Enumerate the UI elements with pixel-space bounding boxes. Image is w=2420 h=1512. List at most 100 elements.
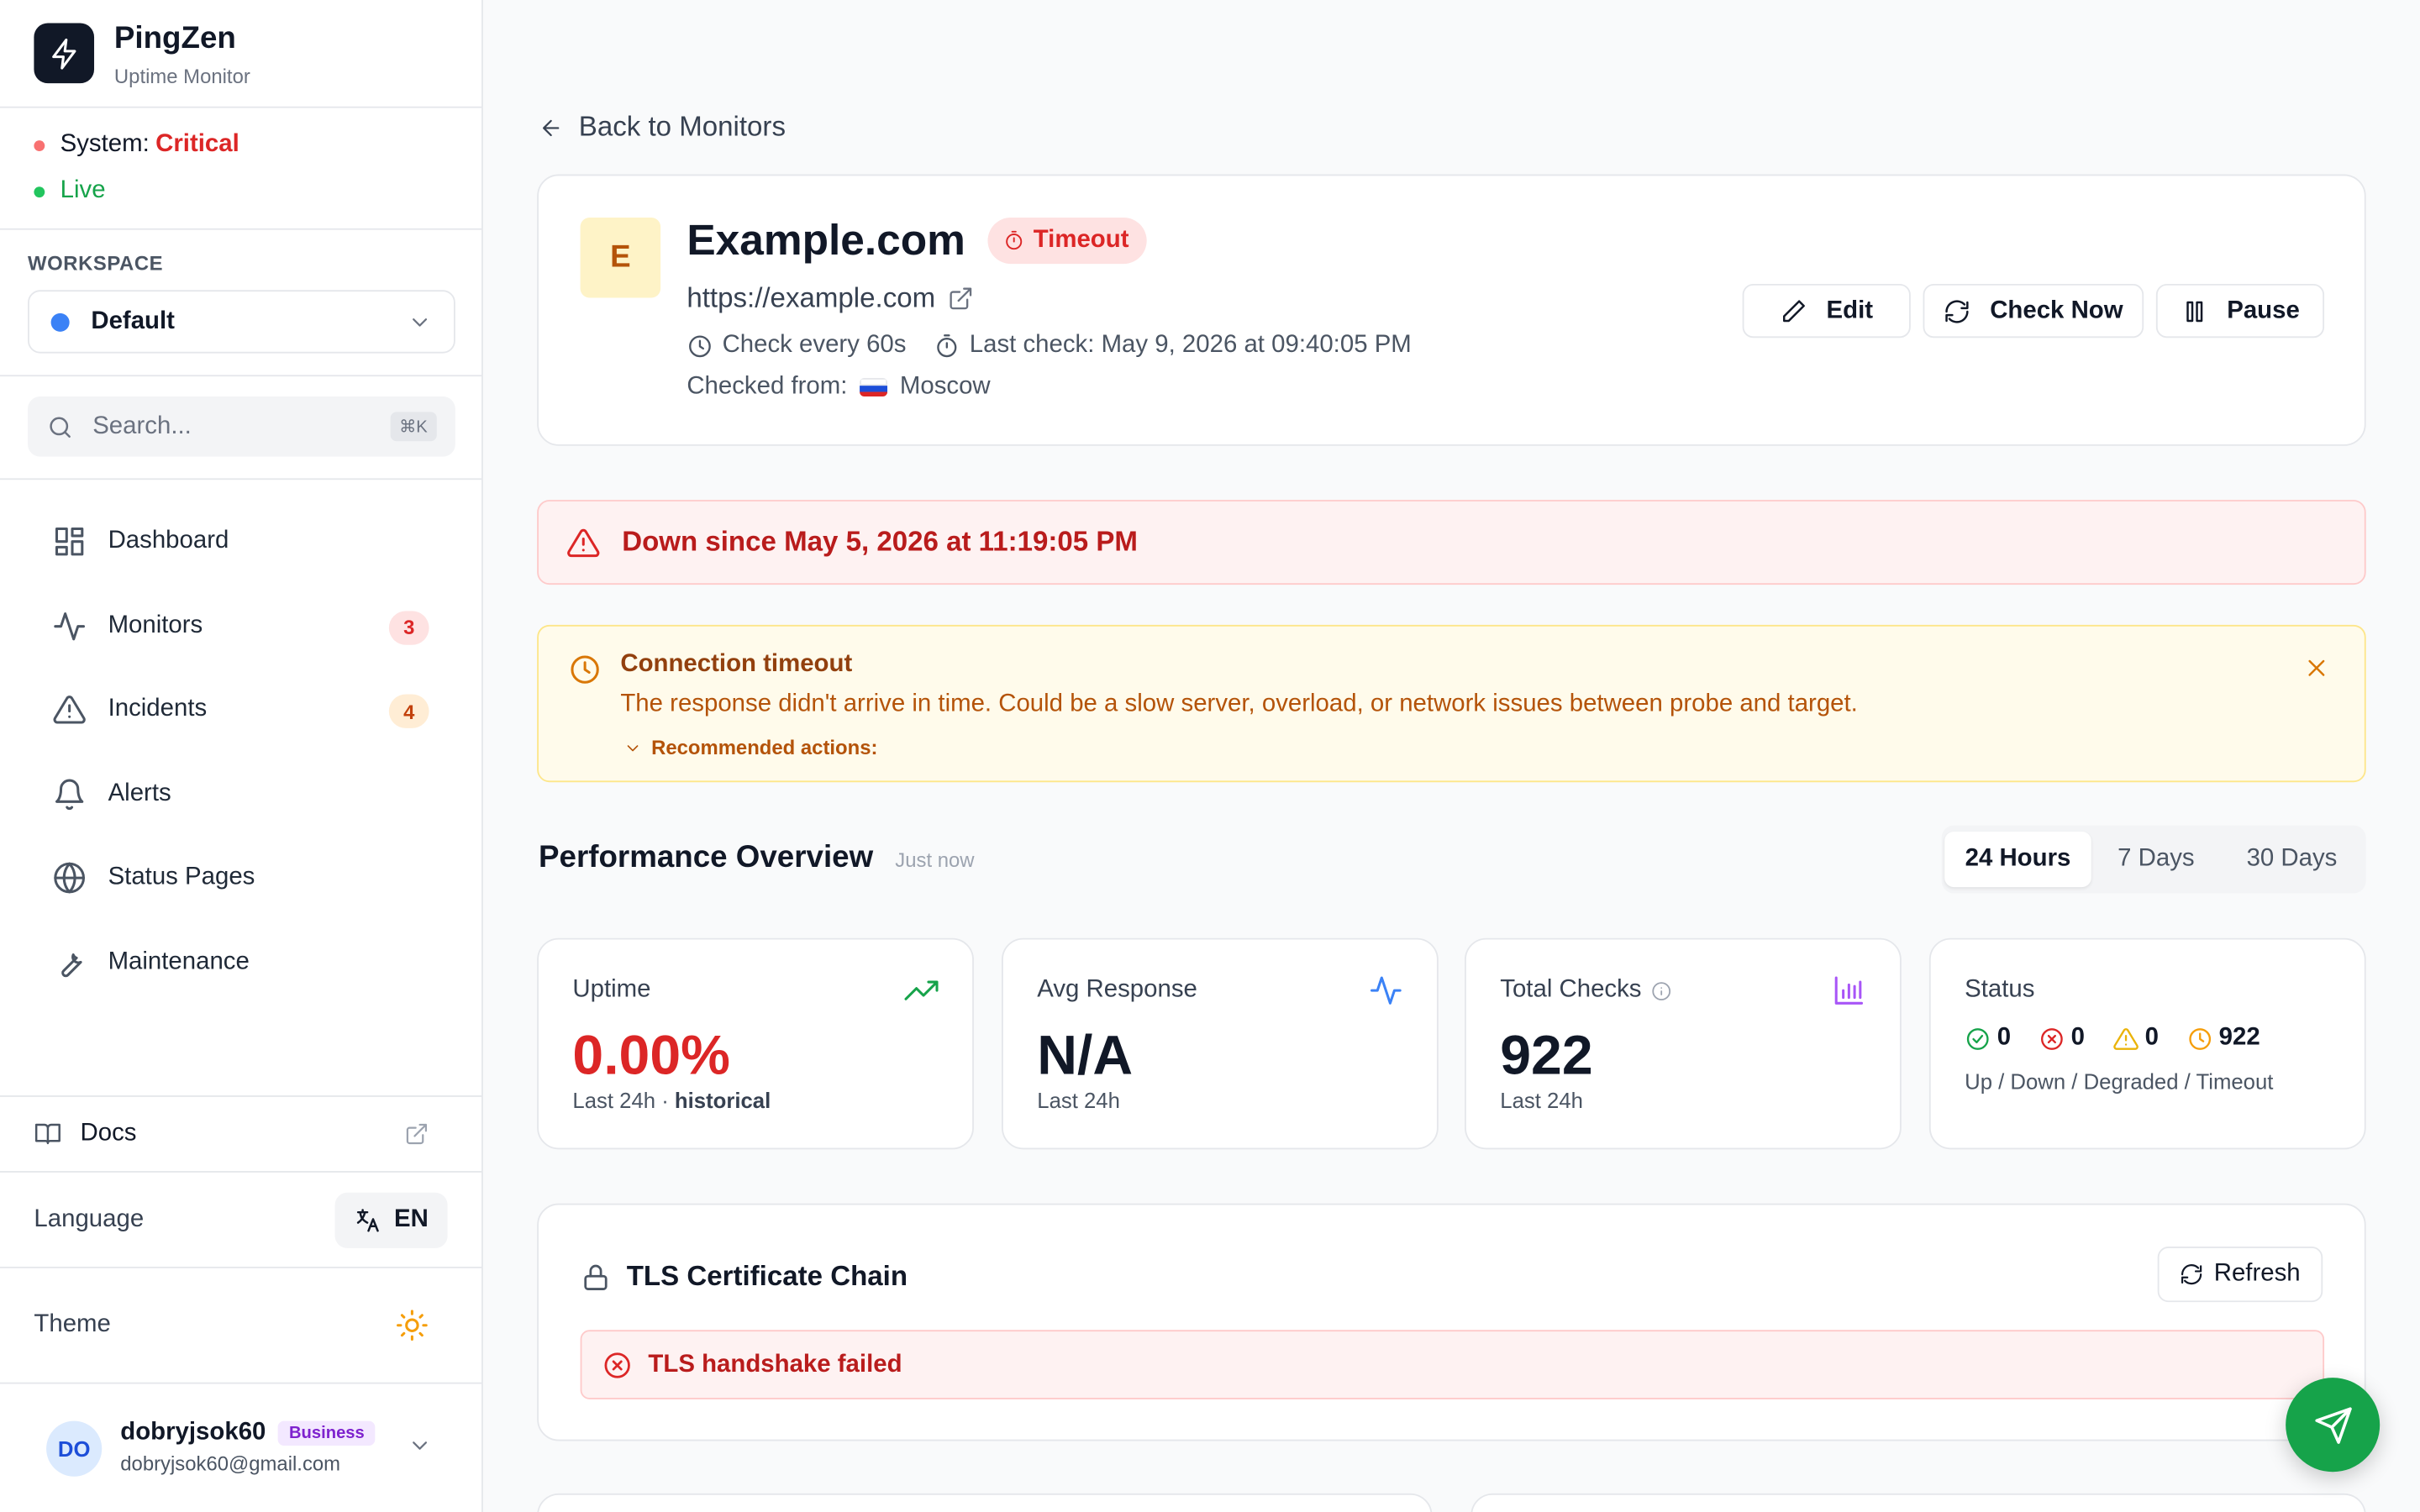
chevron-down-icon xyxy=(408,1433,432,1457)
dashboard-icon xyxy=(55,528,84,556)
uptime-period: Last 24h · xyxy=(572,1087,669,1113)
status-label: Status xyxy=(1965,976,2035,1003)
tab-24-hours[interactable]: 24 Hours xyxy=(1944,831,2091,888)
activity-icon xyxy=(1370,976,1402,1005)
trending-up-icon xyxy=(904,980,939,1000)
sidebar-item-maintenance[interactable]: Maintenance xyxy=(34,921,447,1005)
docs-label: Docs xyxy=(80,1120,137,1147)
sidebar-item-dashboard[interactable]: Dashboard xyxy=(34,500,447,584)
pause-icon xyxy=(2186,300,2203,322)
status-dot xyxy=(34,139,45,151)
checked-from: Checked from: Moscow xyxy=(687,373,990,401)
live-label: Live xyxy=(60,177,106,204)
pause-button[interactable]: Pause xyxy=(2155,283,2325,339)
search-icon xyxy=(50,416,71,438)
user-name: dobryjsok60 xyxy=(120,1419,266,1446)
total-checks-sub: Last 24h xyxy=(1500,1087,1583,1113)
russia-flag-icon xyxy=(860,377,888,397)
brand-subtitle: Uptime Monitor xyxy=(113,65,250,88)
status-counts: 0 0 0 922 xyxy=(1965,1025,2288,1053)
performance-title: Performance Overview xyxy=(539,841,874,875)
language-row: Language EN xyxy=(0,1173,482,1268)
incidents-count-badge: 4 xyxy=(388,694,429,728)
chevron-down-icon xyxy=(627,744,639,751)
clock-icon xyxy=(689,334,711,357)
bolt-icon xyxy=(34,23,95,84)
pencil-icon xyxy=(1783,299,1806,322)
brand-name: PingZen xyxy=(113,21,236,56)
timeout-alert: Connection timeout The response didn't a… xyxy=(537,624,2366,783)
sidebar-item-label: Incidents xyxy=(108,696,208,723)
tls-card: TLS Certificate Chain Refresh TLS handsh… xyxy=(537,1203,2366,1441)
status-caption: Up / Down / Degraded / Timeout xyxy=(1965,1068,2274,1095)
system-label: System: xyxy=(60,131,150,158)
status-degraded: 0 xyxy=(2112,1025,2159,1053)
warning-icon xyxy=(2112,1027,2139,1049)
sidebar-item-label: Alerts xyxy=(108,780,171,807)
user-menu[interactable]: DO dobryjsok60 Business dobryjsok60@gmai… xyxy=(0,1384,481,1512)
pause-label: Pause xyxy=(2227,297,2300,323)
live-indicator: Live xyxy=(34,177,106,205)
total-checks-value: 922 xyxy=(1500,1022,1593,1087)
sidebar-item-label: Status Pages xyxy=(108,864,255,891)
check-interval: Check every 60s xyxy=(722,331,907,359)
sidebar: PingZen Uptime Monitor System: Critical … xyxy=(0,0,483,1512)
edit-label: Edit xyxy=(1826,297,1874,323)
tls-title: TLS Certificate Chain xyxy=(626,1260,908,1292)
refresh-button[interactable]: Refresh xyxy=(2157,1247,2323,1303)
sidebar-item-alerts[interactable]: Alerts xyxy=(34,752,447,836)
theme-label: Theme xyxy=(34,1311,111,1338)
monitor-name: Example.com xyxy=(687,216,965,265)
close-icon[interactable] xyxy=(2302,654,2330,682)
language-button[interactable]: EN xyxy=(334,1192,448,1248)
wrench-icon xyxy=(61,953,82,977)
uptime-sub: Last 24h · historical xyxy=(572,1088,771,1112)
edit-button[interactable]: Edit xyxy=(1742,283,1911,339)
status-up-count: 0 xyxy=(1996,1024,2012,1051)
sidebar-item-label: Monitors xyxy=(108,612,203,638)
user-name-row: dobryjsok60 Business xyxy=(120,1419,376,1447)
workspace-select[interactable]: Default xyxy=(28,290,455,354)
status-degraded-count: 0 xyxy=(2144,1024,2160,1051)
tab-7-days[interactable]: 7 Days xyxy=(2094,832,2217,887)
tls-error: TLS handshake failed xyxy=(580,1330,2325,1399)
system-status: System: Critical Live xyxy=(0,108,482,230)
sidebar-item-incidents[interactable]: Incidents 4 xyxy=(34,668,447,752)
monitor-url[interactable]: https://example.com xyxy=(687,282,974,315)
last-check: Last check: May 9, 2026 at 09:40:05 PM xyxy=(969,331,1412,359)
status-badge: Timeout xyxy=(986,217,1148,265)
telegram-chat-button[interactable] xyxy=(2286,1378,2381,1473)
sun-icon[interactable] xyxy=(395,1309,429,1342)
avg-response-card: Avg Response N/A Last 24h xyxy=(1002,937,1439,1150)
docs-link[interactable]: Docs xyxy=(0,1095,482,1173)
book-icon xyxy=(34,1123,60,1145)
recommended-actions-toggle[interactable]: Recommended actions: xyxy=(623,736,877,759)
sidebar-item-monitors[interactable]: Monitors 3 xyxy=(34,584,447,668)
uptime-value: 0.00% xyxy=(572,1022,730,1087)
down-banner-text: Down since May 5, 2026 at 11:19:05 PM xyxy=(622,526,1138,558)
lock-icon xyxy=(584,1263,608,1290)
alert-text: The response didn't arrive in time. Coul… xyxy=(620,690,1858,718)
sidebar-nav: Dashboard Monitors 3 Incidents 4 Alerts … xyxy=(34,500,447,1005)
back-link[interactable]: Back to Monitors xyxy=(539,111,786,144)
status-badge-label: Timeout xyxy=(1033,226,1129,254)
refresh-icon xyxy=(2181,1264,2203,1285)
activity-icon xyxy=(54,612,86,640)
external-link-icon xyxy=(406,1123,428,1145)
info-icon[interactable] xyxy=(1651,980,1671,1000)
status-up: 0 xyxy=(1965,1025,2011,1053)
avg-response-label: Avg Response xyxy=(1037,976,1197,1003)
timer-icon xyxy=(1005,230,1022,250)
refresh-icon xyxy=(1945,299,1970,323)
down-banner: Down since May 5, 2026 at 11:19:05 PM xyxy=(537,500,2366,585)
check-now-button[interactable]: Check Now xyxy=(1923,283,2144,339)
tab-30-days[interactable]: 30 Days xyxy=(2224,832,2360,887)
check-now-label: Check Now xyxy=(1990,297,2123,323)
workspace-section: WORKSPACE Default xyxy=(0,230,482,377)
sidebar-item-status-pages[interactable]: Status Pages xyxy=(34,836,447,920)
status-down: 0 xyxy=(2039,1025,2085,1053)
search-input[interactable]: Search... ⌘K xyxy=(28,396,455,457)
brand[interactable]: PingZen Uptime Monitor xyxy=(0,0,482,108)
tls-title-row: TLS Certificate Chain xyxy=(581,1261,908,1294)
status-down-count: 0 xyxy=(2070,1024,2086,1051)
